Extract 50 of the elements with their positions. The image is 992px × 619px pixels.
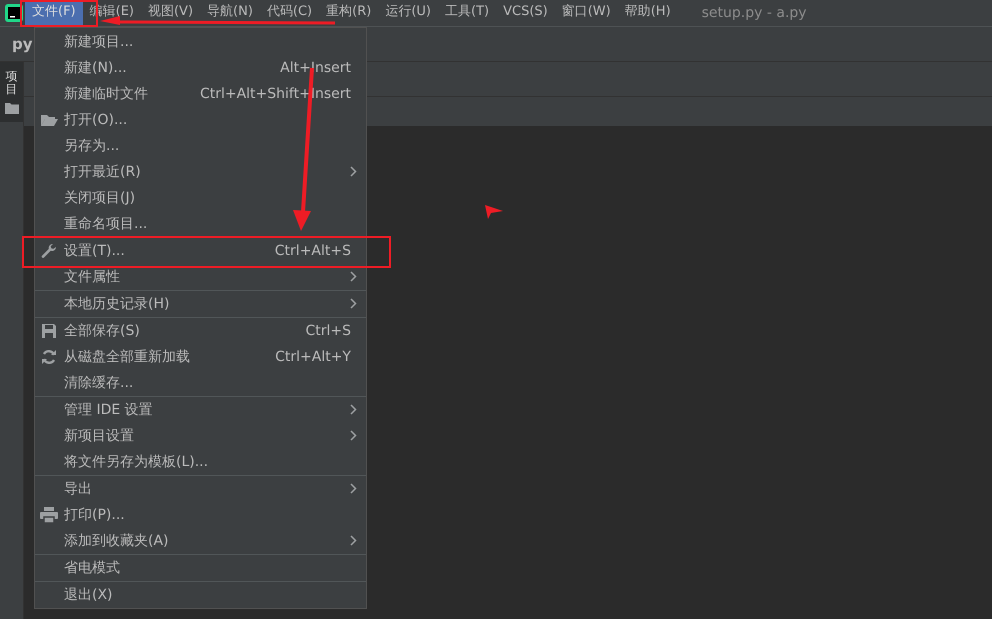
project-title: py bbox=[12, 34, 33, 55]
menu-entry[interactable]: 另存为... bbox=[35, 133, 366, 159]
menu-item[interactable]: 视图(V) bbox=[140, 0, 200, 26]
menu-entry[interactable]: 新建(N)... Alt+Insert bbox=[35, 55, 366, 81]
chevron-right-icon bbox=[350, 535, 357, 546]
menu-entry[interactable]: 关闭项目(J) bbox=[35, 185, 366, 211]
wrench-icon bbox=[41, 243, 57, 259]
menu-item[interactable]: 工具(T) bbox=[438, 0, 496, 26]
menu-entry[interactable]: 新项目设置 bbox=[35, 423, 366, 449]
menu-entry[interactable]: 从磁盘全部重新加载 Ctrl+Alt+Y bbox=[35, 344, 366, 370]
menu-item[interactable]: 窗口(W) bbox=[554, 0, 618, 26]
shortcut-label: Ctrl+Alt+S bbox=[274, 242, 351, 260]
menu-entry[interactable]: 本地历史记录(H) bbox=[35, 291, 366, 317]
menu-entry[interactable]: 打印(P)... bbox=[35, 502, 366, 528]
menu-entry[interactable]: 重命名项目... bbox=[35, 211, 366, 237]
shortcut-label: Alt+Insert bbox=[280, 58, 351, 78]
menu-item[interactable]: 导航(N) bbox=[200, 0, 260, 26]
reload-icon bbox=[41, 349, 57, 365]
menu-entry[interactable]: 清除缓存... bbox=[35, 370, 366, 396]
chevron-right-icon bbox=[350, 483, 357, 494]
folder-icon bbox=[40, 113, 58, 127]
menu-entry[interactable]: 管理 IDE 设置 bbox=[35, 397, 366, 423]
menu-entry[interactable]: 全部保存(S) Ctrl+S bbox=[35, 318, 366, 344]
menu-entry[interactable]: 文件属性 bbox=[35, 264, 366, 290]
menu-entry[interactable]: 设置(T)... Ctrl+Alt+S bbox=[35, 238, 366, 264]
menu-entry[interactable]: 导出 bbox=[35, 476, 366, 502]
menu-item[interactable]: 代码(C) bbox=[260, 0, 320, 26]
menu-item[interactable]: 运行(U) bbox=[378, 0, 438, 26]
annotation-arrowhead bbox=[485, 205, 503, 219]
menu-entry[interactable]: 添加到收藏夹(A) bbox=[35, 528, 366, 554]
menu-entry[interactable]: 将文件另存为模板(L)... bbox=[35, 449, 366, 475]
printer-icon bbox=[40, 507, 58, 523]
menu-item[interactable]: 帮助(H) bbox=[618, 0, 678, 26]
save-icon bbox=[41, 323, 57, 339]
chevron-right-icon bbox=[350, 166, 357, 177]
folder-icon bbox=[4, 102, 18, 114]
menu-entry[interactable]: 新建项目... bbox=[35, 29, 366, 55]
menu-entry[interactable]: 打开最近(R) bbox=[35, 159, 366, 185]
shortcut-label: Ctrl+Alt+Y bbox=[275, 348, 351, 366]
shortcut-label: Ctrl+S bbox=[305, 322, 351, 340]
window-title: setup.py - a.py bbox=[702, 4, 807, 22]
chevron-right-icon bbox=[350, 298, 357, 309]
menu-entry[interactable]: 省电模式 bbox=[35, 555, 366, 581]
menu-item[interactable]: VCS(S) bbox=[496, 0, 555, 26]
menu-entry[interactable]: 打开(O)... bbox=[35, 107, 366, 133]
chevron-right-icon bbox=[350, 430, 357, 441]
menu-item[interactable]: 重构(R) bbox=[319, 0, 378, 26]
chevron-right-icon bbox=[350, 404, 357, 415]
menu-entry[interactable]: 退出(X) bbox=[35, 582, 366, 608]
chevron-right-icon bbox=[350, 271, 357, 282]
